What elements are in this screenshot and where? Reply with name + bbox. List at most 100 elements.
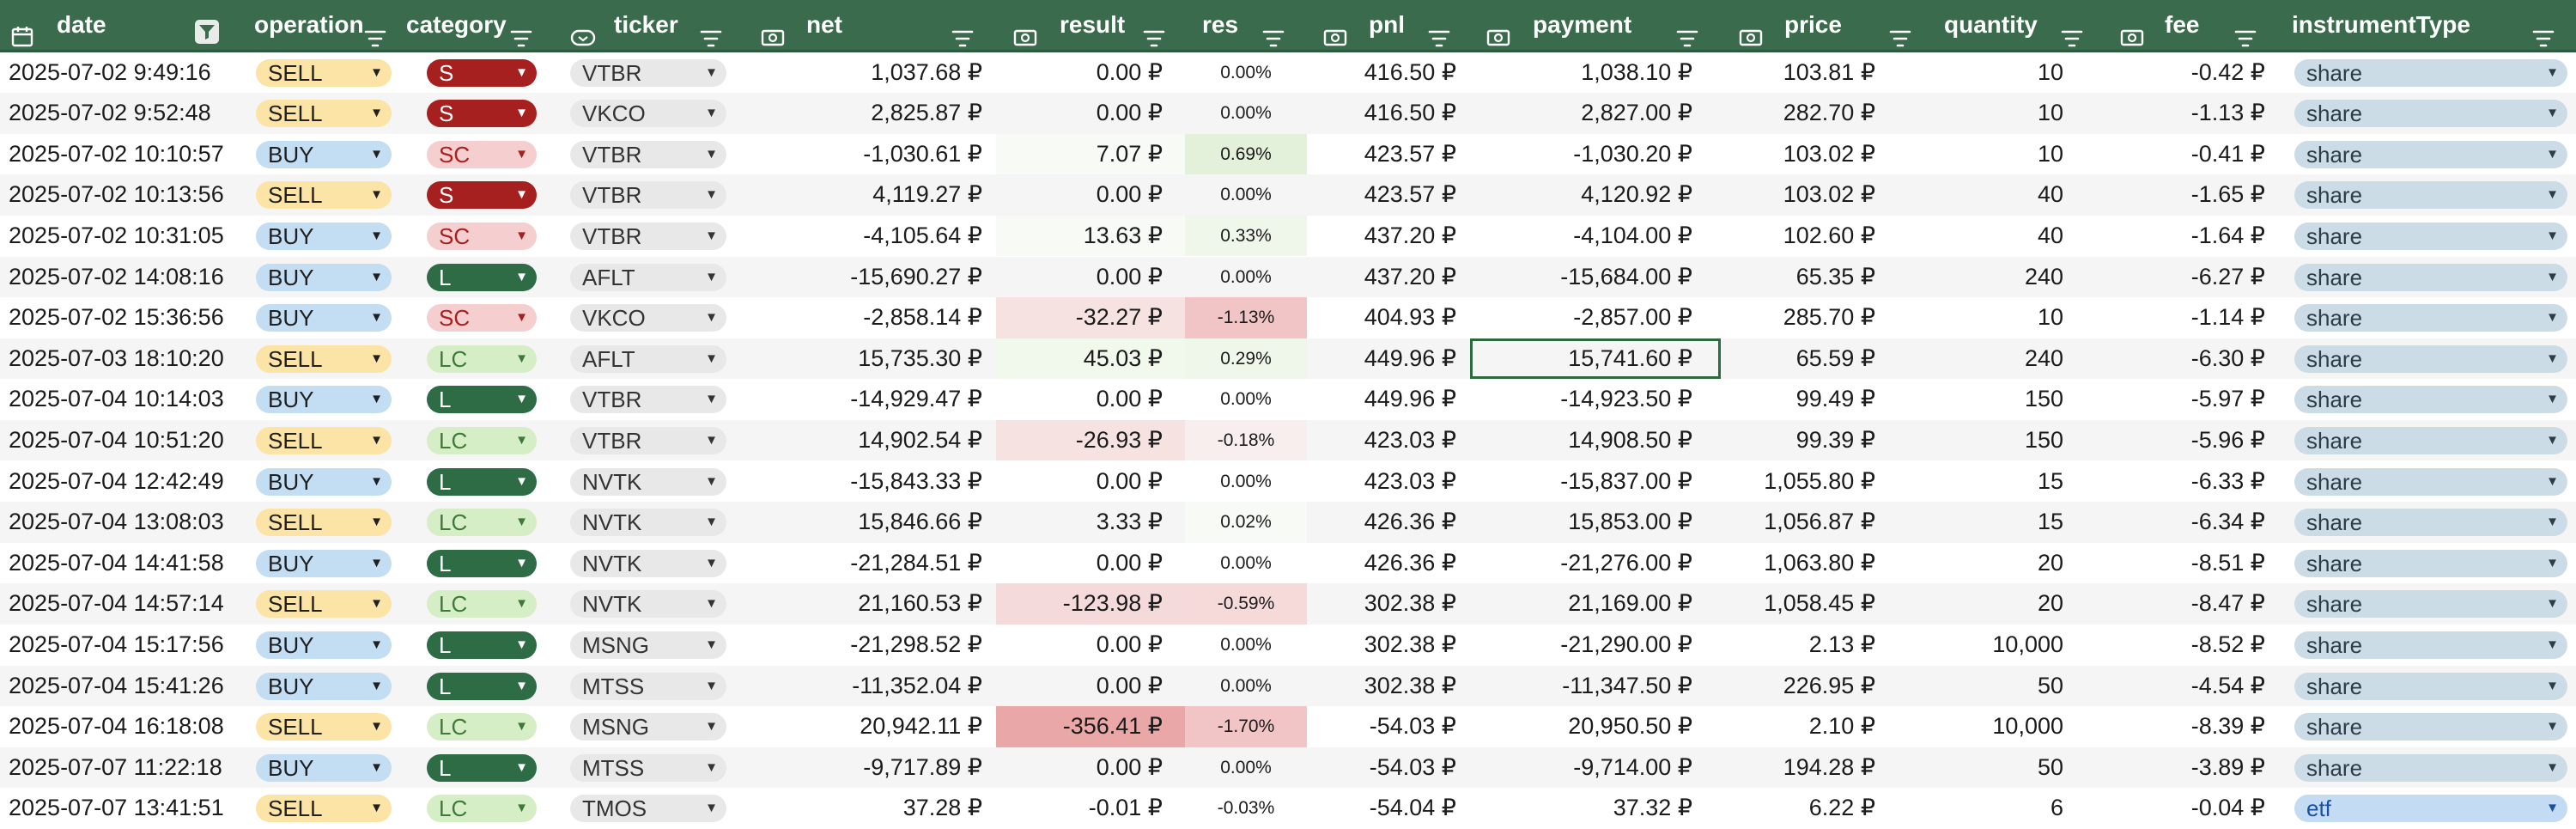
cell-date[interactable]: 2025-07-07 13:41:51	[0, 788, 249, 829]
category-chip[interactable]: LC ▼	[427, 795, 537, 823]
cell-category[interactable]: LC ▼	[405, 502, 560, 543]
cell-net[interactable]: 15,846.66 ₽	[747, 502, 996, 543]
cell-result[interactable]: 3.33 ₽	[996, 502, 1185, 543]
cell-pnl[interactable]: 404.93 ₽	[1307, 297, 1468, 338]
cell-instrumenttype[interactable]: share ▼	[2284, 543, 2576, 584]
instrument-type-chip[interactable]: share ▼	[2294, 631, 2567, 659]
cell-quantity[interactable]: 40	[1889, 174, 2108, 216]
cell-quantity[interactable]: 240	[1889, 257, 2108, 298]
cell-payment[interactable]: -14,923.50 ₽	[1468, 379, 1722, 420]
ticker-chip[interactable]: VTBR ▼	[570, 181, 726, 210]
operation-chip[interactable]: SELL ▼	[256, 509, 392, 537]
cell-price[interactable]: 1,063.80 ₽	[1722, 543, 1889, 584]
cell-price[interactable]: 1,056.87 ₽	[1722, 502, 1889, 543]
instrument-type-chip[interactable]: share ▼	[2294, 58, 2567, 87]
instrument-type-chip[interactable]: share ▼	[2294, 304, 2567, 332]
ticker-chip[interactable]: TMOS ▼	[570, 795, 726, 823]
cell-net[interactable]: -21,298.52 ₽	[747, 625, 996, 666]
table-row[interactable]: 2025-07-02 10:31:05 BUY ▼ SC ▼ VTBR ▼ -4,105.64…	[0, 215, 2576, 257]
cell-ticker[interactable]: AFLT ▼	[560, 338, 747, 380]
cell-result[interactable]: 0.00 ₽	[996, 379, 1185, 420]
column-header-price[interactable]: price	[1722, 0, 1911, 50]
cell-category[interactable]: S ▼	[405, 93, 560, 134]
cell-quantity[interactable]: 40	[1889, 216, 2108, 257]
cell-pnl[interactable]: 449.96 ₽	[1307, 338, 1468, 380]
cell-date[interactable]: 2025-07-02 10:13:56	[0, 174, 249, 216]
cell-date[interactable]: 2025-07-04 10:14:03	[0, 379, 249, 420]
cell-operation[interactable]: BUY ▼	[249, 543, 405, 584]
cell-payment[interactable]: -4,104.00 ₽	[1468, 216, 1722, 257]
ticker-chip[interactable]: MSNG ▼	[570, 631, 726, 659]
cell-fee[interactable]: -5.97 ₽	[2108, 379, 2284, 420]
cell-res[interactable]: 0.00%	[1185, 625, 1307, 666]
cell-result[interactable]: 45.03 ₽	[996, 338, 1185, 380]
cell-operation[interactable]: BUY ▼	[249, 379, 405, 420]
table-row[interactable]: 2025-07-02 15:36:56 BUY ▼ SC ▼ VKCO ▼ -2,858.14…	[0, 297, 2576, 338]
cell-pnl[interactable]: 302.38 ₽	[1307, 583, 1468, 625]
operation-chip[interactable]: BUY ▼	[256, 672, 392, 700]
cell-net[interactable]: 20,942.11 ₽	[747, 706, 996, 747]
cell-result[interactable]: -356.41 ₽	[996, 706, 1185, 747]
cell-instrumenttype[interactable]: share ▼	[2284, 625, 2576, 666]
ticker-chip[interactable]: AFLT ▼	[570, 344, 726, 373]
cell-price[interactable]: 102.60 ₽	[1722, 216, 1889, 257]
cell-ticker[interactable]: VKCO ▼	[560, 93, 747, 134]
ticker-chip[interactable]: VTBR ▼	[570, 386, 726, 414]
cell-net[interactable]: 15,735.30 ₽	[747, 338, 996, 380]
cell-result[interactable]: -123.98 ₽	[996, 583, 1185, 625]
cell-ticker[interactable]: VTBR ▼	[560, 379, 747, 420]
instrument-type-chip[interactable]: share ▼	[2294, 467, 2567, 496]
cell-pnl[interactable]: -54.03 ₽	[1307, 747, 1468, 789]
ticker-chip[interactable]: AFLT ▼	[570, 263, 726, 291]
category-chip[interactable]: S ▼	[427, 58, 537, 87]
cell-ticker[interactable]: VTBR ▼	[560, 52, 747, 94]
cell-res[interactable]: 0.00%	[1185, 379, 1307, 420]
cell-date[interactable]: 2025-07-04 12:42:49	[0, 461, 249, 503]
cell-instrumenttype[interactable]: share ▼	[2284, 461, 2576, 503]
cell-net[interactable]: 21,160.53 ₽	[747, 583, 996, 625]
cell-price[interactable]: 2.10 ₽	[1722, 706, 1889, 747]
category-chip[interactable]: L ▼	[427, 672, 537, 700]
cell-ticker[interactable]: VTBR ▼	[560, 134, 747, 175]
cell-ticker[interactable]: NVTK ▼	[560, 502, 747, 543]
cell-payment[interactable]: -1,030.20 ₽	[1468, 134, 1722, 175]
cell-pnl[interactable]: 416.50 ₽	[1307, 52, 1468, 94]
cell-result[interactable]: 7.07 ₽	[996, 133, 1185, 175]
category-chip[interactable]: L ▼	[427, 467, 537, 496]
cell-operation[interactable]: SELL ▼	[249, 788, 405, 829]
cell-quantity[interactable]: 6	[1889, 788, 2108, 829]
cell-instrumenttype[interactable]: share ▼	[2284, 666, 2576, 707]
table-row[interactable]: 2025-07-02 10:13:56 SELL ▼ S ▼ VTBR ▼ 4,119.27 …	[0, 174, 2576, 216]
instrument-type-chip[interactable]: share ▼	[2294, 263, 2567, 291]
cell-fee[interactable]: -3.89 ₽	[2108, 747, 2284, 789]
cell-payment[interactable]: -2,857.00 ₽	[1468, 297, 1722, 338]
cell-instrumenttype[interactable]: share ▼	[2284, 174, 2576, 216]
cell-operation[interactable]: SELL ▼	[249, 93, 405, 134]
cell-operation[interactable]: SELL ▼	[249, 52, 405, 94]
cell-price[interactable]: 2.13 ₽	[1722, 625, 1889, 666]
cell-net[interactable]: -4,105.64 ₽	[747, 216, 996, 257]
instrument-type-chip[interactable]: share ▼	[2294, 549, 2567, 577]
cell-category[interactable]: S ▼	[405, 52, 560, 94]
cell-price[interactable]: 285.70 ₽	[1722, 297, 1889, 338]
cell-ticker[interactable]: VKCO ▼	[560, 297, 747, 338]
operation-chip[interactable]: BUY ▼	[256, 263, 392, 291]
cell-instrumenttype[interactable]: share ▼	[2284, 297, 2576, 338]
cell-pnl[interactable]: 437.20 ₽	[1307, 257, 1468, 298]
cell-date[interactable]: 2025-07-04 10:51:20	[0, 420, 249, 461]
cell-quantity[interactable]: 150	[1889, 379, 2108, 420]
cell-price[interactable]: 103.02 ₽	[1722, 174, 1889, 216]
category-chip[interactable]: L ▼	[427, 631, 537, 659]
cell-result[interactable]: 0.00 ₽	[996, 625, 1185, 666]
table-row[interactable]: 2025-07-04 15:41:26 BUY ▼ L ▼ MTSS ▼ -11,352.04…	[0, 665, 2576, 707]
cell-quantity[interactable]: 50	[1889, 666, 2108, 707]
cell-payment[interactable]: 4,120.92 ₽	[1468, 174, 1722, 216]
table-row[interactable]: 2025-07-04 15:17:56 BUY ▼ L ▼ MSNG ▼ -21,298.52…	[0, 625, 2576, 666]
cell-quantity[interactable]: 10,000	[1889, 625, 2108, 666]
instrument-type-chip[interactable]: share ▼	[2294, 222, 2567, 250]
cell-operation[interactable]: BUY ▼	[249, 257, 405, 298]
cell-price[interactable]: 65.35 ₽	[1722, 257, 1889, 298]
cell-quantity[interactable]: 15	[1889, 461, 2108, 503]
ticker-chip[interactable]: MSNG ▼	[570, 713, 726, 741]
cell-category[interactable]: S ▼	[405, 174, 560, 216]
